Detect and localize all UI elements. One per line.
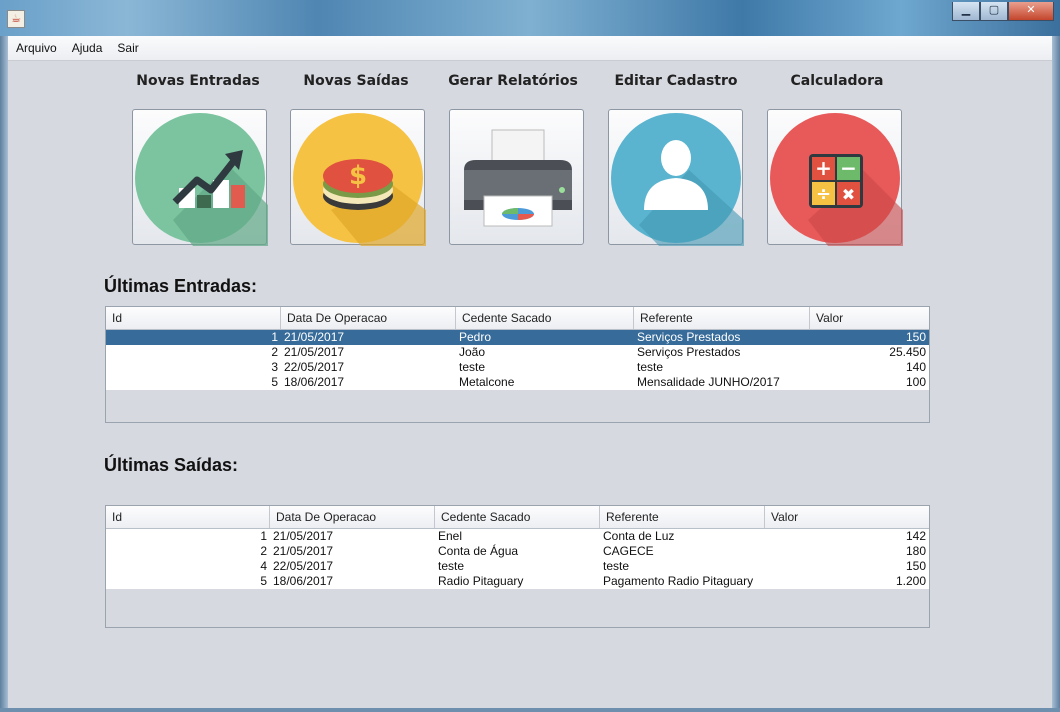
cell-data: 21/05/2017 (273, 544, 334, 558)
cell-cedente: Pedro (459, 330, 492, 344)
coins-icon: $ (293, 113, 426, 246)
cell-valor: 25.450 (889, 345, 926, 359)
cell-data: 18/06/2017 (273, 574, 334, 588)
cell-valor: 150 (905, 559, 926, 573)
cell-cedente: Radio Pitaguary (438, 574, 524, 588)
column-header-data[interactable]: Data De Operacao (281, 307, 456, 329)
cell-id: 1 (271, 330, 278, 344)
cell-id: 3 (271, 360, 278, 374)
cell-id: 1 (260, 529, 267, 543)
table-row[interactable]: 1 21/05/2017 Pedro Serviços Prestados 15… (106, 330, 929, 345)
table-row[interactable]: 3 22/05/2017 teste teste 140 (106, 360, 929, 375)
menu-arquivo[interactable]: Arquivo (8, 41, 64, 55)
svg-text:+: + (815, 156, 832, 180)
column-header-valor[interactable]: Valor (765, 506, 929, 528)
window-border-right (1052, 36, 1060, 712)
gerar-relatorios-label: Gerar Relatórios (448, 73, 578, 89)
table-row[interactable]: 5 18/06/2017 Radio Pitaguary Pagamento R… (106, 574, 929, 589)
saidas-table-header: Id Data De Operacao Cedente Sacado Refer… (106, 506, 929, 529)
editar-cadastro-button[interactable] (608, 109, 744, 246)
column-header-cedente[interactable]: Cedente Sacado (456, 307, 634, 329)
cell-id: 5 (271, 375, 278, 389)
svg-text:−: − (840, 156, 857, 180)
cell-data: 21/05/2017 (284, 330, 345, 344)
cell-data: 22/05/2017 (284, 360, 345, 374)
saidas-table[interactable]: Id Data De Operacao Cedente Sacado Refer… (105, 505, 930, 628)
column-header-data[interactable]: Data De Operacao (270, 506, 435, 528)
cell-valor: 142 (905, 529, 926, 543)
cell-cedente: Enel (438, 529, 463, 543)
java-app-icon: ☕ (7, 10, 25, 28)
cell-cedente: Metalcone (459, 375, 515, 389)
minimize-icon[interactable]: ▁ (952, 2, 980, 21)
cell-referente: CAGECE (603, 544, 654, 558)
cell-id: 4 (260, 559, 267, 573)
novas-saidas-button[interactable]: $ (290, 109, 426, 246)
cell-id: 2 (260, 544, 267, 558)
maximize-icon[interactable]: ▢ (980, 2, 1008, 21)
cell-referente: teste (637, 360, 664, 374)
menu-sair[interactable]: Sair (109, 41, 145, 55)
menu-bar: Arquivo Ajuda Sair (8, 36, 1052, 61)
column-header-valor[interactable]: Valor (810, 307, 929, 329)
cell-referente: Pagamento Radio Pitaguary (603, 574, 754, 588)
column-header-id[interactable]: Id (106, 506, 270, 528)
cell-id: 2 (271, 345, 278, 359)
column-header-referente[interactable]: Referente (634, 307, 810, 329)
calculadora-button[interactable]: + − ÷ ✖ (767, 109, 903, 246)
cell-cedente: João (459, 345, 486, 359)
printer-icon (464, 129, 572, 227)
cell-data: 22/05/2017 (273, 559, 334, 573)
cell-valor: 100 (905, 375, 926, 389)
cell-referente: Mensalidade JUNHO/2017 (637, 375, 780, 389)
cell-data: 18/06/2017 (284, 375, 345, 389)
table-row[interactable]: 1 21/05/2017 Enel Conta de Luz 142 (106, 529, 929, 544)
novas-entradas-label: Novas Entradas (136, 73, 260, 89)
window-controls: ▁ ▢ ✕ (952, 2, 1054, 21)
svg-text:÷: ÷ (816, 184, 831, 205)
table-row[interactable]: 2 21/05/2017 Conta de Água CAGECE 180 (106, 544, 929, 559)
table-row[interactable]: 4 22/05/2017 teste teste 150 (106, 559, 929, 574)
cell-referente: teste (603, 559, 630, 573)
cell-referente: Serviços Prestados (637, 345, 741, 359)
novas-entradas-button[interactable] (132, 109, 268, 246)
novas-saidas-label: Novas Saídas (303, 73, 409, 89)
svg-text:$: $ (349, 161, 367, 191)
entradas-table[interactable]: Id Data De Operacao Cedente Sacado Refer… (105, 306, 930, 423)
ultimas-saidas-title: Últimas Saídas: (104, 455, 239, 475)
gerar-relatorios-button[interactable] (449, 109, 584, 245)
user-icon (611, 113, 744, 246)
table-row[interactable]: 2 21/05/2017 João Serviços Prestados 25.… (106, 345, 929, 360)
window-border-left (0, 36, 8, 712)
calculator-icon: + − ÷ ✖ (770, 113, 903, 246)
cell-valor: 180 (905, 544, 926, 558)
cell-data: 21/05/2017 (284, 345, 345, 359)
cell-valor: 140 (905, 360, 926, 374)
cell-valor: 1.200 (895, 574, 926, 588)
menu-ajuda[interactable]: Ajuda (64, 41, 110, 55)
column-header-referente[interactable]: Referente (600, 506, 765, 528)
cell-valor: 150 (905, 330, 926, 344)
calculadora-label: Calculadora (790, 73, 884, 89)
editar-cadastro-label: Editar Cadastro (614, 73, 738, 89)
cell-data: 21/05/2017 (273, 529, 334, 543)
cell-referente: Serviços Prestados (637, 330, 741, 344)
column-header-cedente[interactable]: Cedente Sacado (435, 506, 600, 528)
cell-cedente: Conta de Água (438, 544, 519, 558)
cell-cedente: teste (459, 360, 486, 374)
chart-growth-icon (135, 113, 268, 246)
ultimas-entradas-title: Últimas Entradas: (104, 276, 258, 296)
window-title-bar[interactable]: ☕ ▁ ▢ ✕ (0, 0, 1060, 36)
close-icon[interactable]: ✕ (1008, 2, 1054, 21)
cell-cedente: teste (438, 559, 465, 573)
cell-id: 5 (260, 574, 267, 588)
svg-text:✖: ✖ (842, 185, 855, 204)
column-header-id[interactable]: Id (106, 307, 281, 329)
window-border-bottom (0, 708, 1060, 712)
cell-referente: Conta de Luz (603, 529, 675, 543)
entradas-table-header: Id Data De Operacao Cedente Sacado Refer… (106, 307, 929, 330)
table-row[interactable]: 5 18/06/2017 Metalcone Mensalidade JUNHO… (106, 375, 929, 390)
